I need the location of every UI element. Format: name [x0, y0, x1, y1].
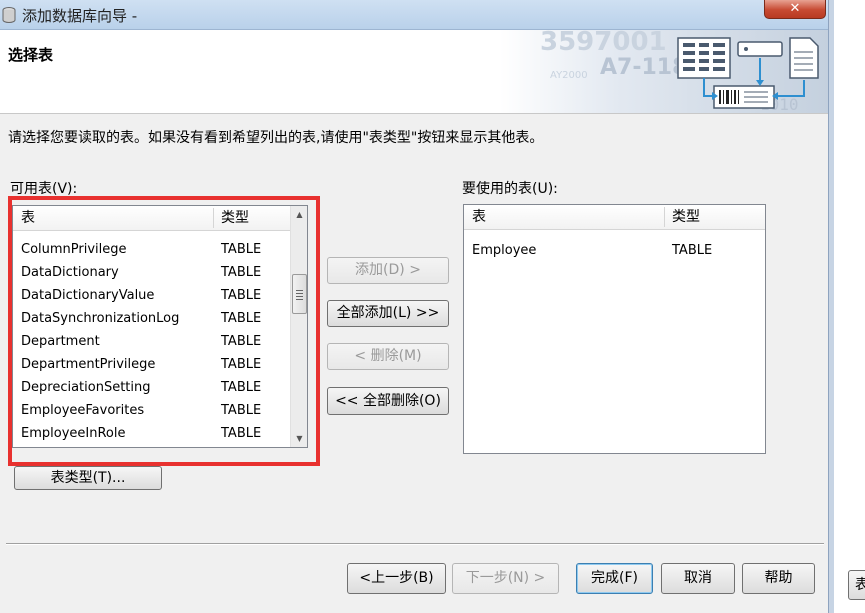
close-button[interactable]: ✕: [764, 0, 826, 19]
next-button[interactable]: 下一步(N) >: [452, 563, 559, 594]
background-window: [834, 0, 865, 613]
table-row[interactable]: Employee TABLE: [464, 239, 765, 262]
banner-code-3: AY2000: [550, 70, 588, 81]
available-tables-label: 可用表(V):: [10, 181, 78, 197]
cancel-button[interactable]: 取消: [661, 563, 735, 594]
banner-code-1: 3597001: [540, 30, 667, 57]
wizard-header: 选择表 3597001 A7-118 AY2000 1010: [0, 30, 830, 114]
finish-button[interactable]: 完成(F): [576, 563, 653, 594]
remove-all-button[interactable]: << 全部删除(O): [327, 387, 449, 415]
table-name: Employee: [472, 243, 537, 258]
remove-button[interactable]: < 删除(M): [327, 343, 449, 370]
banner-code-2: A7-118: [600, 55, 687, 80]
instruction-text: 请选择您要读取的表。如果没有看到希望列出的表,请使用"表类型"按钮来显示其他表。: [8, 130, 544, 146]
footer-divider: [6, 543, 824, 545]
selected-tables-list[interactable]: 表 类型 Employee TABLE: [463, 204, 766, 454]
page-title: 选择表: [8, 46, 54, 64]
add-button[interactable]: 添加(D) >: [327, 257, 449, 284]
table-type: TABLE: [672, 243, 713, 258]
back-button[interactable]: <上一步(B): [347, 563, 446, 594]
title-bar: 添加数据库向导 - ✕: [0, 0, 830, 30]
table-types-button[interactable]: 表类型(T)...: [14, 466, 162, 490]
window-title: 添加数据库向导 -: [22, 7, 138, 25]
column-header-type[interactable]: 类型: [672, 205, 700, 229]
help-button[interactable]: 帮助: [742, 563, 815, 594]
wizard-banner-image: 3597001 A7-118 AY2000 1010: [500, 30, 830, 113]
background-window-button[interactable]: 表: [848, 570, 865, 600]
red-highlight-box: [8, 196, 320, 466]
selected-column-header: 表 类型: [464, 205, 765, 230]
database-icon: [2, 7, 16, 23]
selected-tables-label: 要使用的表(U):: [462, 181, 558, 197]
column-header-table[interactable]: 表: [472, 205, 486, 229]
add-all-button[interactable]: 全部添加(L) >>: [327, 300, 449, 327]
